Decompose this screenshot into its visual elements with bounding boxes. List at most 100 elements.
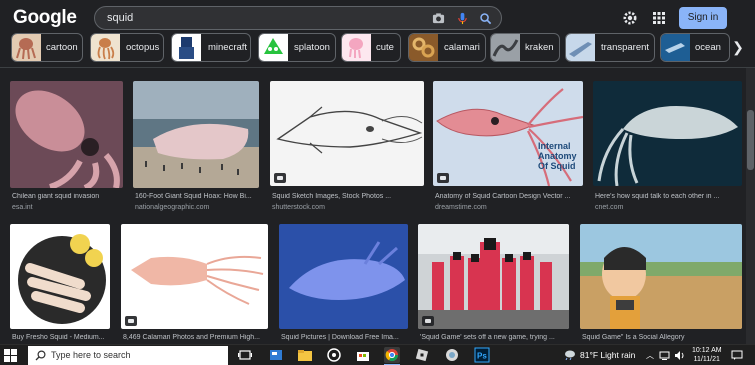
- result-title[interactable]: Squid Sketch Images, Stock Photos ...: [272, 193, 424, 200]
- result-title[interactable]: Here's how squid talk to each other in .…: [595, 193, 742, 200]
- result-title[interactable]: Squid Game" Is a Social Allegory: [582, 334, 744, 341]
- app-icon[interactable]: [444, 347, 460, 363]
- chip-thumbnail: [566, 34, 595, 61]
- chip-label: transparent: [601, 42, 650, 53]
- result-image[interactable]: Internal Anatomy Of Squid: [433, 81, 583, 186]
- result-title[interactable]: 'Squid Game' sets off a new game, trying…: [420, 334, 570, 341]
- taskbar: Type here to search Ps 81°F Light rain ︿…: [0, 344, 755, 365]
- chevron-up-icon[interactable]: ︿: [646, 350, 654, 361]
- chip-thumbnail: [259, 34, 288, 61]
- result-image[interactable]: [593, 81, 742, 186]
- chip-label: minecraft: [208, 42, 248, 53]
- scrollbar-thumb[interactable]: [747, 110, 754, 170]
- result-source: esa.int: [12, 204, 33, 211]
- result-image[interactable]: [279, 224, 408, 329]
- chip-minecraft[interactable]: minecraft: [171, 33, 251, 62]
- chip-label: ocean: [695, 42, 721, 53]
- chip-label: kraken: [525, 42, 554, 53]
- image-result[interactable]: Chilean giant squid invasion esa.int: [10, 81, 125, 211]
- google-logo[interactable]: Google: [13, 7, 77, 29]
- image-result[interactable]: Squid Game" Is a Social Allegory: [580, 224, 745, 344]
- result-image[interactable]: [10, 81, 123, 188]
- result-title[interactable]: 8,469 Calamari Photos and Premium High..…: [123, 334, 270, 341]
- chip-cute[interactable]: cute: [341, 33, 401, 62]
- weather-text[interactable]: 81°F Light rain: [580, 350, 635, 360]
- photoshop-icon[interactable]: Ps: [474, 347, 490, 363]
- chip-thumbnail: [172, 34, 201, 61]
- chip-label: octopus: [126, 42, 160, 53]
- clock-date: 11/11/21: [693, 356, 720, 363]
- chip-thumbnail: [409, 34, 438, 61]
- chip-transparent[interactable]: transparent: [565, 33, 655, 62]
- network-icon[interactable]: [659, 350, 670, 361]
- photo-badge-icon: [274, 173, 286, 183]
- result-title[interactable]: Chilean giant squid invasion: [12, 193, 125, 200]
- search-icon: [35, 350, 46, 361]
- chip-label: splatoon: [294, 42, 330, 53]
- search-input[interactable]: squid: [107, 12, 133, 24]
- chip-thumbnail: [342, 34, 371, 61]
- notification-icon[interactable]: [731, 350, 743, 361]
- widgets-icon[interactable]: [268, 347, 284, 363]
- roblox-icon[interactable]: [414, 347, 430, 363]
- chip-cartoon[interactable]: cartoon: [11, 33, 83, 62]
- file-explorer-icon[interactable]: [297, 347, 313, 363]
- clock[interactable]: 10:12 AM 11/11/21: [692, 346, 722, 364]
- gear-icon[interactable]: [622, 10, 638, 26]
- divider: [0, 67, 755, 68]
- svg-text:Ps: Ps: [477, 352, 487, 361]
- sign-in-button[interactable]: Sign in: [679, 7, 727, 29]
- chip-kraken[interactable]: kraken: [490, 33, 560, 62]
- edge-icon[interactable]: [326, 347, 342, 363]
- play-badge-icon: [422, 316, 434, 326]
- search-box[interactable]: squid: [94, 6, 502, 30]
- chip-ocean[interactable]: ocean: [660, 33, 730, 62]
- store-icon[interactable]: [355, 347, 371, 363]
- chip-thumbnail: [12, 34, 41, 61]
- chip-thumbnail: [91, 34, 120, 61]
- result-image[interactable]: [580, 224, 742, 329]
- result-source: shutterstock.com: [272, 204, 325, 211]
- result-title[interactable]: Buy Fresho Squid - Medium...: [12, 334, 112, 341]
- image-result[interactable]: 'Squid Game' sets off a new game, trying…: [418, 224, 572, 344]
- image-result[interactable]: Squid Sketch Images, Stock Photos ... sh…: [270, 81, 425, 211]
- related-searches: cartoon octopus minecraft splatoon cute …: [0, 33, 755, 65]
- result-image[interactable]: [121, 224, 268, 329]
- chip-label: cartoon: [46, 42, 78, 53]
- result-source: cnet.com: [595, 204, 624, 211]
- chip-calamari[interactable]: calamari: [408, 33, 486, 62]
- weather-rain-icon: [565, 350, 575, 360]
- image-result[interactable]: 160-Foot Giant Squid Hoax: How Bi... nat…: [133, 81, 260, 211]
- result-image[interactable]: [418, 224, 569, 329]
- taskbar-search[interactable]: Type here to search: [28, 346, 228, 365]
- chevron-right-icon[interactable]: ❯: [729, 33, 747, 62]
- camera-icon[interactable]: [432, 12, 445, 25]
- task-view-icon[interactable]: [237, 347, 253, 363]
- result-image[interactable]: [10, 224, 110, 329]
- windows-start-icon[interactable]: [4, 349, 17, 362]
- result-image[interactable]: [133, 81, 259, 188]
- taskbar-search-placeholder: Type here to search: [51, 350, 131, 360]
- search-icon[interactable]: [479, 12, 492, 25]
- result-title[interactable]: Squid Pictures | Download Free Ima...: [281, 334, 409, 341]
- image-result[interactable]: Here's how squid talk to each other in .…: [593, 81, 743, 211]
- chrome-icon[interactable]: [384, 347, 400, 363]
- diagram-title: Internal Anatomy Of Squid: [538, 141, 577, 171]
- chip-label: cute: [376, 42, 394, 53]
- apps-grid-icon[interactable]: [651, 10, 667, 26]
- result-title[interactable]: 160-Foot Giant Squid Hoax: How Bi...: [135, 193, 260, 200]
- image-result[interactable]: 8,469 Calamari Photos and Premium High..…: [121, 224, 269, 344]
- chip-octopus[interactable]: octopus: [90, 33, 164, 62]
- result-source: dreamstime.com: [435, 204, 487, 211]
- microphone-icon[interactable]: [456, 12, 469, 25]
- result-title[interactable]: Anatomy of Squid Cartoon Design Vector .…: [435, 193, 585, 200]
- chip-splatoon[interactable]: splatoon: [258, 33, 336, 62]
- chip-thumbnail: [491, 34, 520, 61]
- image-result[interactable]: Buy Fresho Squid - Medium...: [10, 224, 112, 344]
- volume-icon[interactable]: [674, 350, 685, 361]
- result-source: nationalgeographic.com: [135, 204, 210, 211]
- clock-time: 10:12 AM: [692, 347, 722, 354]
- image-result[interactable]: Internal Anatomy Of Squid Anatomy of Squ…: [433, 81, 585, 211]
- image-result[interactable]: Squid Pictures | Download Free Ima...: [279, 224, 409, 344]
- result-image[interactable]: [270, 81, 424, 186]
